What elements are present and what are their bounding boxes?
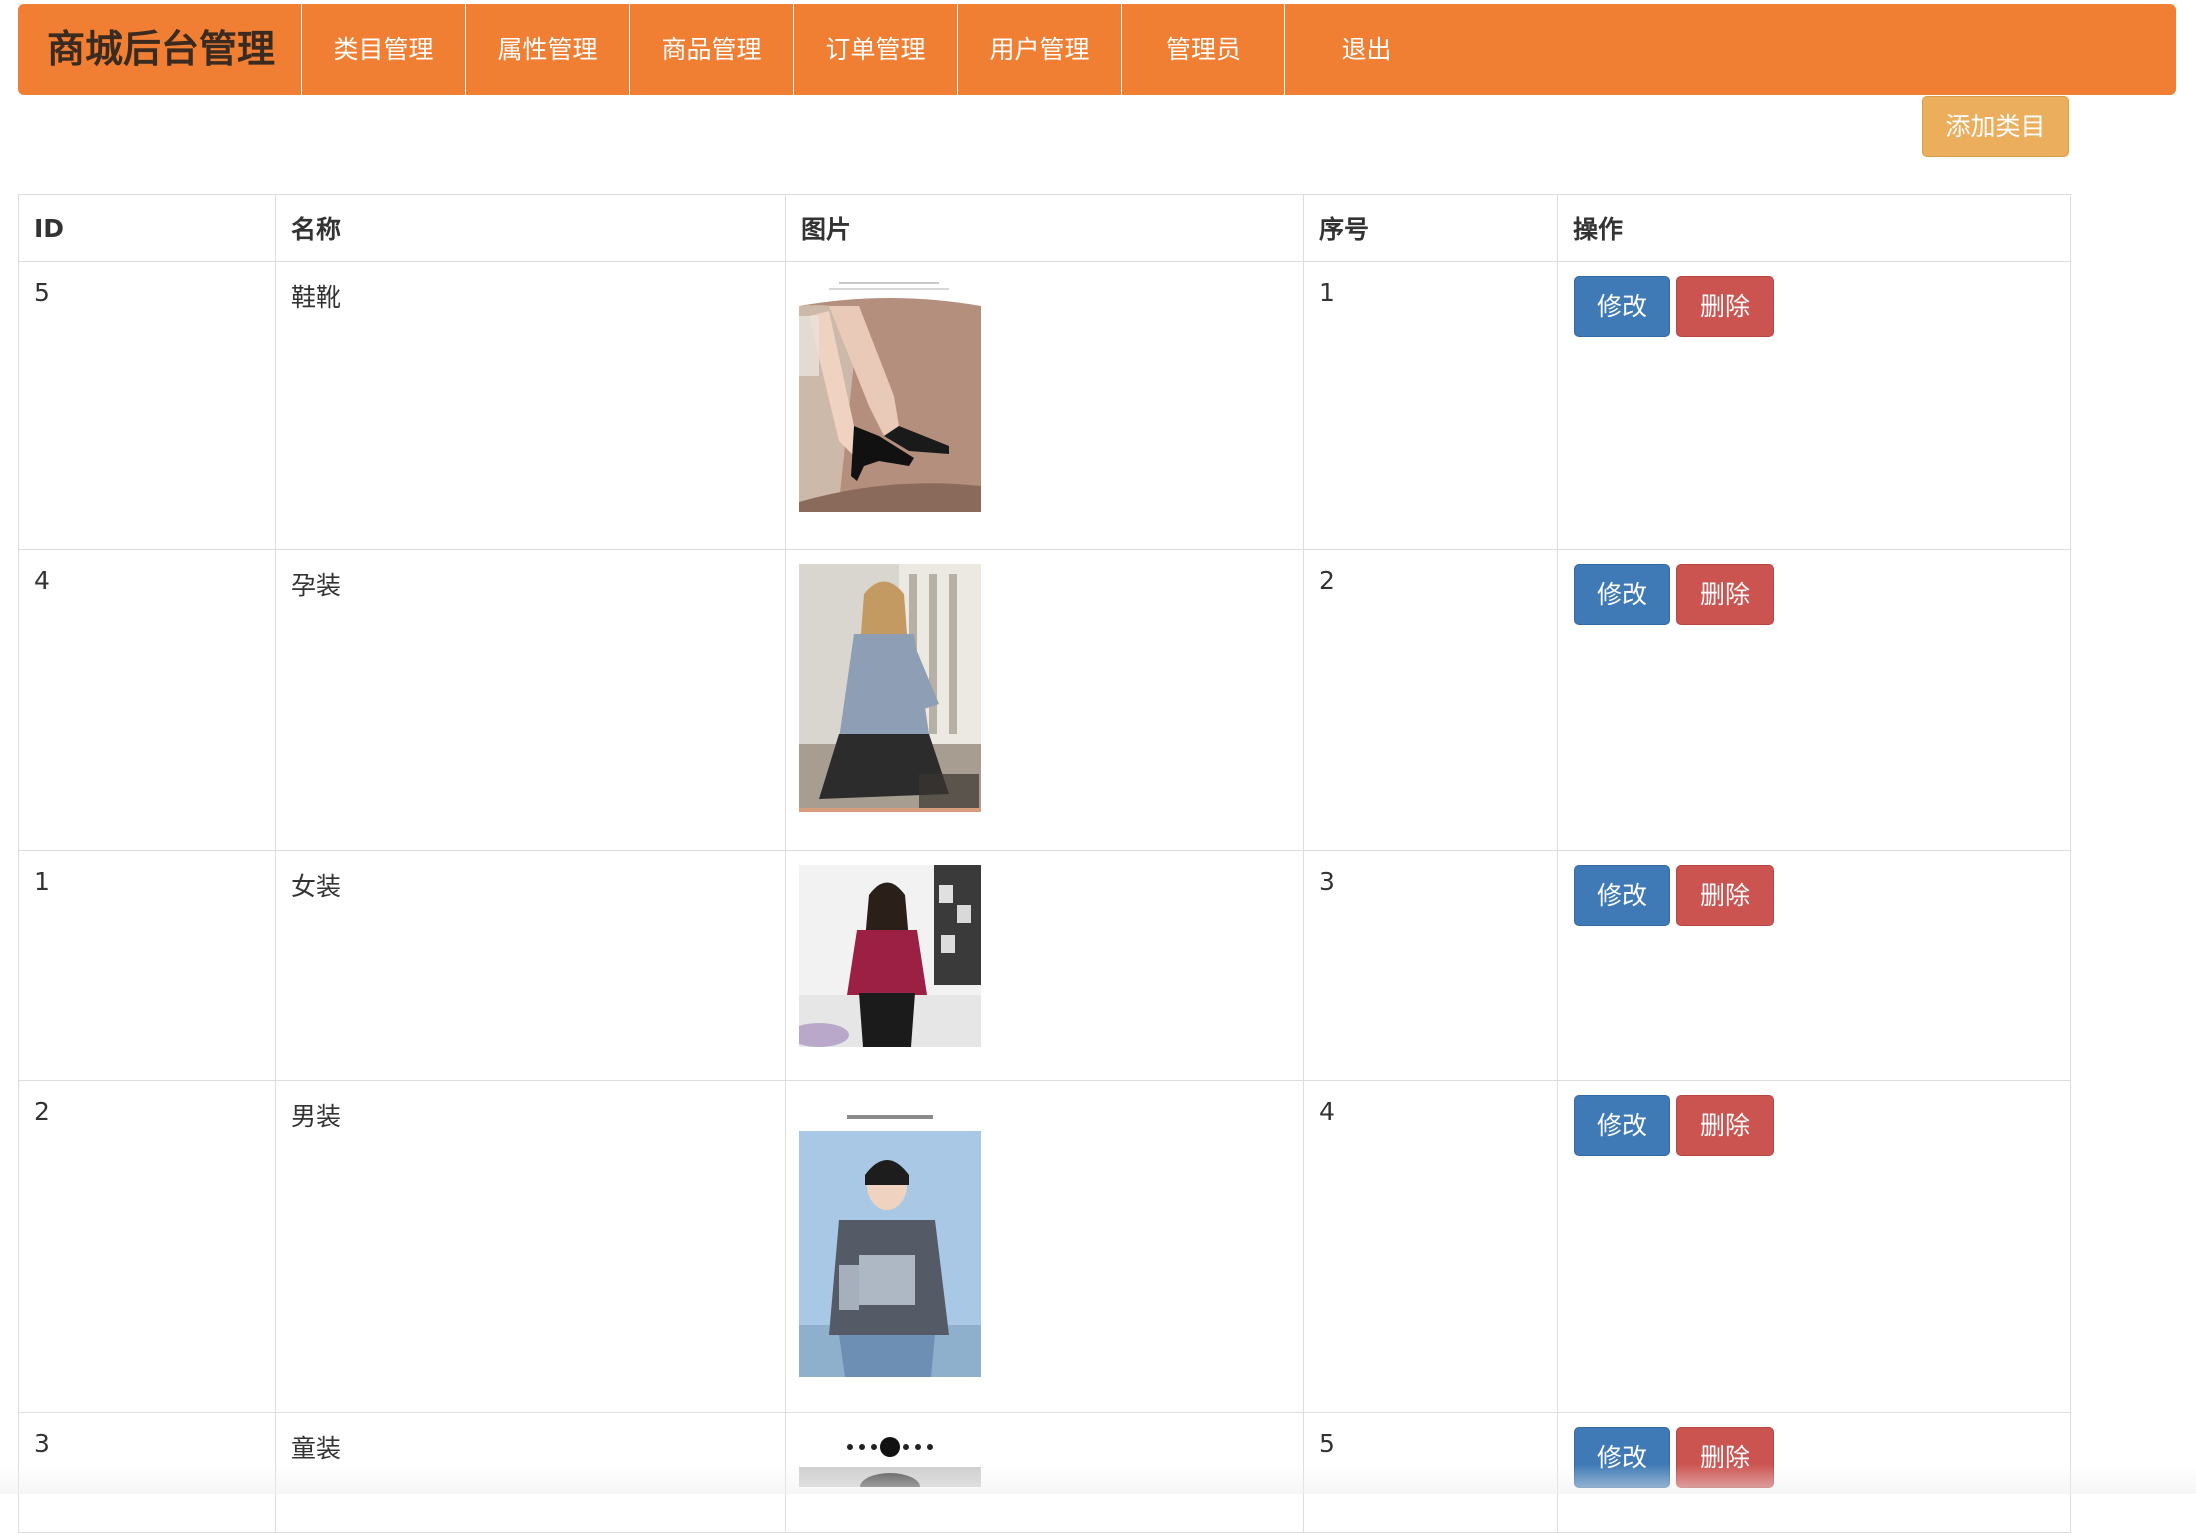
cell-name: 鞋靴 — [275, 261, 786, 550]
edit-button[interactable]: 修改 — [1574, 276, 1670, 337]
table-row: 5 鞋靴 1 修改 删除 — [18, 261, 2071, 550]
header-id: ID — [18, 194, 276, 262]
cell-id: 3 — [18, 1412, 276, 1533]
brand-title[interactable]: 商城后台管理 — [47, 4, 275, 95]
top-navbar: 商城后台管理 类目管理 属性管理 商品管理 订单管理 用户管理 管理员 退出 — [18, 4, 2176, 95]
cell-actions: 修改 删除 — [1557, 1080, 2071, 1413]
cell-actions: 修改 删除 — [1557, 850, 2071, 1081]
header-image: 图片 — [785, 194, 1304, 262]
delete-button[interactable]: 删除 — [1676, 564, 1774, 625]
nav-item-category[interactable]: 类目管理 — [302, 4, 465, 95]
delete-button[interactable]: 删除 — [1676, 1427, 1774, 1488]
add-category-button[interactable]: 添加类目 — [1922, 96, 2069, 157]
edit-button[interactable]: 修改 — [1574, 1427, 1670, 1488]
cell-image — [785, 1412, 1304, 1533]
mens-photo — [799, 1095, 981, 1377]
cell-id: 2 — [18, 1080, 276, 1413]
cell-actions: 修改 删除 — [1557, 1412, 2071, 1533]
header-order: 序号 — [1303, 194, 1558, 262]
nav-item-admin[interactable]: 管理员 — [1122, 4, 1285, 95]
womens-photo — [799, 865, 981, 1047]
table-row: 3 童装 5 修改 删除 — [18, 1412, 2071, 1533]
cell-order: 2 — [1303, 549, 1558, 851]
cell-id: 5 — [18, 261, 276, 550]
cell-order: 5 — [1303, 1412, 1558, 1533]
nav-item-logout[interactable]: 退出 — [1285, 4, 1448, 95]
cell-image — [785, 850, 1304, 1081]
category-table: ID 名称 图片 序号 操作 5 鞋靴 1 修改 删除 4 孕装 2 修改 删除… — [18, 194, 2071, 1533]
cell-name: 女装 — [275, 850, 786, 1081]
cell-id: 1 — [18, 850, 276, 1081]
cell-order: 4 — [1303, 1080, 1558, 1413]
cell-actions: 修改 删除 — [1557, 261, 2071, 550]
header-name: 名称 — [275, 194, 786, 262]
edit-button[interactable]: 修改 — [1574, 865, 1670, 926]
cell-actions: 修改 删除 — [1557, 549, 2071, 851]
nav-item-user[interactable]: 用户管理 — [958, 4, 1121, 95]
maternity-photo — [799, 564, 981, 812]
table-row: 2 男装 4 修改 删除 — [18, 1080, 2071, 1413]
table-header-row: ID 名称 图片 序号 操作 — [18, 194, 2071, 262]
table-row: 1 女装 3 修改 删除 — [18, 850, 2071, 1081]
header-actions: 操作 — [1557, 194, 2071, 262]
nav-item-product[interactable]: 商品管理 — [630, 4, 793, 95]
nav-item-attribute[interactable]: 属性管理 — [466, 4, 629, 95]
shoes-photo — [799, 276, 981, 512]
delete-button[interactable]: 删除 — [1676, 276, 1774, 337]
cell-name: 孕装 — [275, 549, 786, 851]
category-table-container: ID 名称 图片 序号 操作 5 鞋靴 1 修改 删除 4 孕装 2 修改 删除… — [18, 194, 2071, 1533]
table-row: 4 孕装 2 修改 删除 — [18, 549, 2071, 851]
edit-button[interactable]: 修改 — [1574, 564, 1670, 625]
cell-id: 4 — [18, 549, 276, 851]
cell-image — [785, 1080, 1304, 1413]
cell-order: 3 — [1303, 850, 1558, 1081]
kids-photo — [799, 1427, 981, 1487]
delete-button[interactable]: 删除 — [1676, 865, 1774, 926]
cell-order: 1 — [1303, 261, 1558, 550]
cell-name: 童装 — [275, 1412, 786, 1533]
cell-image — [785, 261, 1304, 550]
cell-name: 男装 — [275, 1080, 786, 1413]
cell-image — [785, 549, 1304, 851]
delete-button[interactable]: 删除 — [1676, 1095, 1774, 1156]
nav-item-order[interactable]: 订单管理 — [794, 4, 957, 95]
edit-button[interactable]: 修改 — [1574, 1095, 1670, 1156]
